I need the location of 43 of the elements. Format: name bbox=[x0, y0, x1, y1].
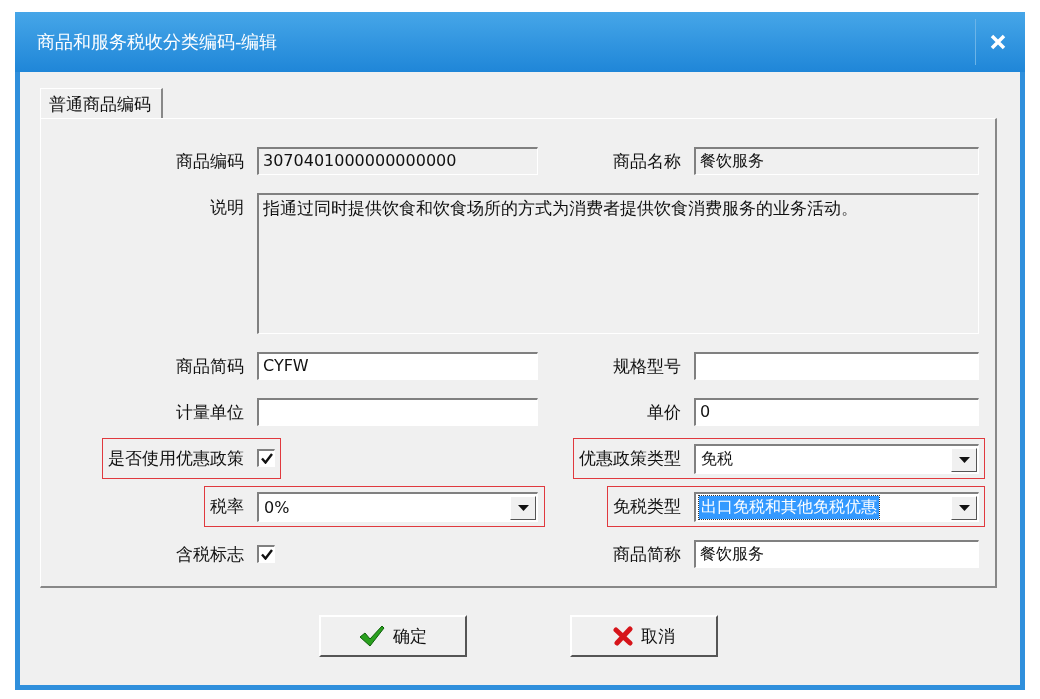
dropdown[interactable]: 免税 bbox=[694, 444, 979, 474]
checkbox[interactable] bbox=[257, 545, 275, 563]
ok-button[interactable]: 确定 bbox=[319, 615, 467, 657]
field-label: 税率 bbox=[210, 495, 244, 518]
field-label: 商品名称 bbox=[613, 150, 681, 173]
tab[interactable]: 普通商品编码 bbox=[40, 88, 163, 118]
window-title: 商品和服务税收分类编码-编辑 bbox=[37, 30, 278, 54]
text-field[interactable]: 3070401000000000000 bbox=[257, 147, 538, 175]
text-field[interactable] bbox=[694, 352, 979, 380]
cross-icon bbox=[613, 626, 633, 646]
text-field[interactable]: 餐饮服务 bbox=[694, 147, 979, 175]
description-field[interactable]: 指通过同时提供饮食和饮食场所的方式为消费者提供饮食消费服务的业务活动。 bbox=[257, 193, 979, 334]
field-label: 免税类型 bbox=[613, 495, 681, 518]
dropdown[interactable]: 0% bbox=[257, 492, 538, 522]
field-label: 规格型号 bbox=[613, 355, 681, 378]
field-label: 含税标志 bbox=[176, 543, 244, 566]
dropdown-value: 0% bbox=[263, 497, 291, 518]
dropdown-value: 出口免税和其他免税优惠 bbox=[699, 496, 879, 519]
field-label: 商品编码 bbox=[176, 150, 244, 173]
checkmark-icon bbox=[359, 625, 385, 647]
field-label: 说明 bbox=[210, 196, 244, 219]
dropdown-value: 免税 bbox=[700, 448, 734, 470]
field-label: 商品简码 bbox=[176, 355, 244, 378]
caret-icon bbox=[958, 504, 970, 511]
check-icon bbox=[260, 549, 273, 560]
field-label: 是否使用优惠政策 bbox=[108, 447, 244, 470]
field-label: 商品简称 bbox=[613, 543, 681, 566]
dropdown-button[interactable] bbox=[510, 495, 536, 520]
dropdown-button[interactable] bbox=[951, 495, 977, 520]
text-field[interactable]: 0 bbox=[694, 398, 979, 426]
text-field[interactable] bbox=[257, 398, 538, 426]
field-label: 单价 bbox=[647, 401, 681, 424]
check-icon bbox=[260, 453, 273, 464]
caret-icon bbox=[958, 456, 970, 463]
caret-icon bbox=[517, 504, 529, 511]
text-field[interactable]: CYFW bbox=[257, 352, 538, 380]
field-label: 优惠政策类型 bbox=[579, 447, 681, 470]
dropdown-button[interactable] bbox=[951, 447, 977, 472]
field-label: 计量单位 bbox=[176, 401, 244, 424]
text-field[interactable]: 餐饮服务 bbox=[694, 540, 979, 568]
checkbox[interactable] bbox=[257, 449, 275, 467]
close-icon bbox=[989, 34, 1006, 50]
cancel-button[interactable]: 取消 bbox=[570, 615, 718, 657]
